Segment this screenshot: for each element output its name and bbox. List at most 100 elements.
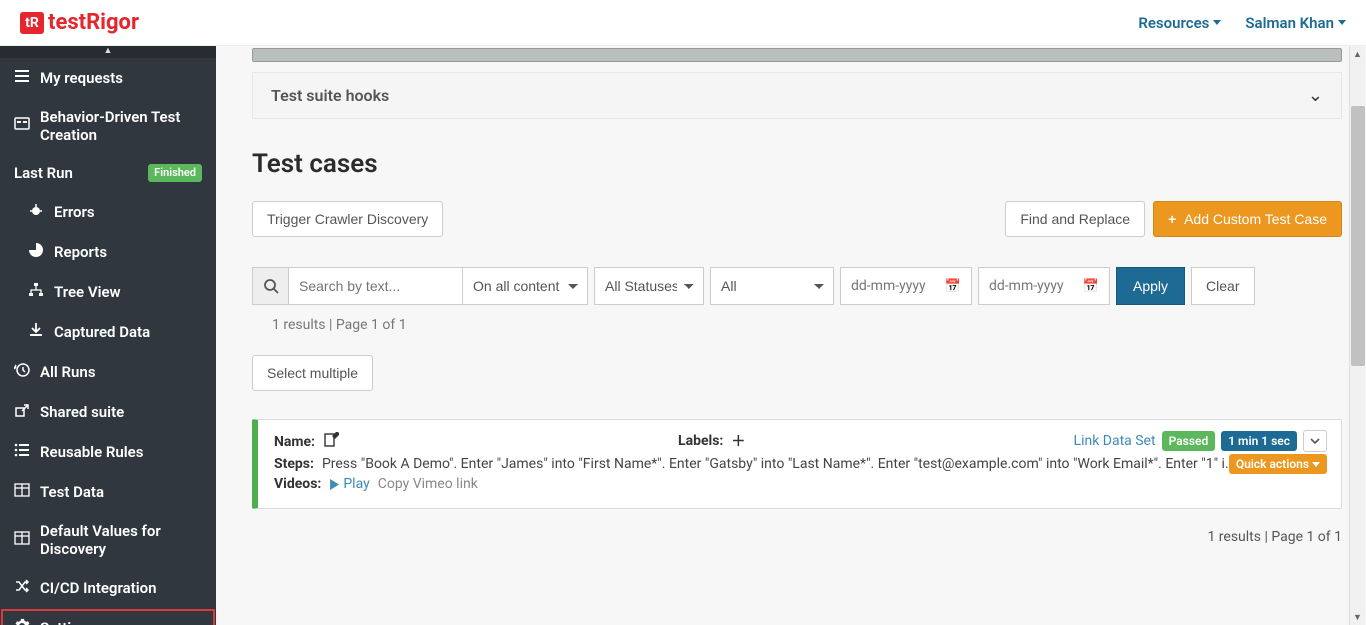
- date-from-input[interactable]: dd-mm-yyyy 📅: [840, 267, 972, 305]
- date-to-input[interactable]: dd-mm-yyyy 📅: [978, 267, 1110, 305]
- shuffle-icon: [14, 578, 30, 598]
- test-case-card: Name: Labels: ＋ Link Data Set Passed 1 m…: [252, 419, 1342, 509]
- main-content: Test suite hooks ⌄ Test cases Trigger Cr…: [216, 46, 1366, 625]
- find-replace-button[interactable]: Find and Replace: [1005, 201, 1145, 237]
- results-summary-bottom: 1 results | Page 1 of 1: [252, 529, 1342, 545]
- sidebar-item-test-data[interactable]: Test Data: [0, 472, 216, 512]
- test-suite-hooks-panel[interactable]: Test suite hooks ⌄: [252, 72, 1342, 119]
- resources-menu[interactable]: Resources: [1138, 14, 1221, 32]
- select-multiple-button[interactable]: Select multiple: [252, 355, 373, 391]
- nav-label: My requests: [40, 69, 123, 87]
- nav-label: All Runs: [40, 363, 96, 381]
- sidebar-item-all-runs[interactable]: All Runs: [0, 352, 216, 392]
- scroll-down-arrow[interactable]: ▼: [1350, 609, 1365, 625]
- calendar-icon: 📅: [945, 279, 961, 294]
- scope-select[interactable]: On all content: [462, 267, 588, 305]
- duration-badge: 1 min 1 sec: [1221, 431, 1297, 451]
- trigger-crawler-button[interactable]: Trigger Crawler Discovery: [252, 201, 443, 237]
- hooks-title: Test suite hooks: [271, 86, 389, 105]
- caret-down-icon: [1312, 462, 1320, 467]
- filter-bar: On all content All Statuses All dd-mm-yy…: [252, 267, 1342, 305]
- add-custom-test-button[interactable]: + Add Custom Test Case: [1153, 201, 1342, 237]
- nav-label: Behavior-Driven Test Creation: [40, 108, 202, 144]
- play-link[interactable]: Play: [329, 476, 369, 492]
- date-placeholder: dd-mm-yyyy: [851, 278, 926, 294]
- nav-label: Test Data: [40, 483, 104, 501]
- sidebar-item-shared-suite[interactable]: Shared suite: [0, 392, 216, 432]
- date-placeholder: dd-mm-yyyy: [989, 278, 1064, 294]
- all-select[interactable]: All: [710, 267, 834, 305]
- sidebar-item-default-values[interactable]: Default Values for Discovery: [0, 512, 216, 568]
- nav-label: Reports: [54, 243, 107, 261]
- sidebar-item-my-requests[interactable]: My requests: [0, 58, 216, 98]
- collapsed-strip[interactable]: [252, 48, 1342, 62]
- sidebar-item-reports[interactable]: Reports: [0, 232, 216, 272]
- plus-icon: +: [1168, 211, 1176, 227]
- user-menu[interactable]: Salman Khan: [1245, 14, 1346, 32]
- sidebar-item-last-run[interactable]: Last Run Finished: [0, 154, 216, 192]
- nav-label: Errors: [54, 203, 95, 221]
- gear-icon: [14, 618, 30, 625]
- pie-icon: [28, 242, 44, 262]
- table-icon: [14, 482, 30, 502]
- caret-down-icon: [1338, 20, 1346, 25]
- sidebar-item-bdd[interactable]: Behavior-Driven Test Creation: [0, 98, 216, 154]
- sidebar-item-settings[interactable]: Settings: [0, 608, 216, 625]
- nav-label: Reusable Rules: [40, 443, 143, 461]
- share-icon: [14, 402, 30, 422]
- board-icon: [14, 116, 30, 136]
- download-icon: [28, 322, 44, 342]
- logo-text: testRigor: [48, 10, 139, 35]
- finished-badge: Finished: [148, 164, 202, 181]
- list-icon: [14, 442, 30, 462]
- search-icon: [252, 267, 288, 305]
- nav-label: Captured Data: [54, 323, 150, 341]
- clear-button[interactable]: Clear: [1191, 267, 1254, 305]
- caret-down-icon: [1213, 20, 1221, 25]
- sidebar: ▲ My requests Behavior-Driven Test Creat…: [0, 46, 216, 625]
- results-summary-top: 1 results | Page 1 of 1: [272, 317, 1342, 333]
- play-label: Play: [343, 476, 369, 492]
- topbar-right: Resources Salman Khan: [1138, 14, 1346, 32]
- status-select[interactable]: All Statuses: [594, 267, 704, 305]
- steps-text: Press "Book A Demo". Enter "James" into …: [322, 456, 1242, 472]
- nav-label: Default Values for Discovery: [40, 522, 202, 558]
- expand-button[interactable]: [1303, 430, 1327, 452]
- plus-icon[interactable]: ＋: [731, 431, 745, 451]
- top-bar: tR testRigor Resources Salman Khan: [0, 0, 1366, 46]
- link-data-set[interactable]: Link Data Set: [1074, 433, 1156, 449]
- sidebar-item-cicd[interactable]: CI/CD Integration: [0, 568, 216, 608]
- vertical-scrollbar[interactable]: ▲ ▼: [1349, 46, 1365, 625]
- calendar-icon: 📅: [1083, 279, 1099, 294]
- search-input[interactable]: [288, 267, 462, 305]
- chevron-down-icon: ⌄: [1308, 85, 1323, 106]
- sidebar-item-tree-view[interactable]: Tree View: [0, 272, 216, 312]
- bug-icon: [28, 202, 44, 222]
- scroll-up-arrow[interactable]: ▲: [1350, 46, 1365, 62]
- nav-label: Shared suite: [40, 403, 124, 421]
- sidebar-item-reusable-rules[interactable]: Reusable Rules: [0, 432, 216, 472]
- sidebar-item-captured-data[interactable]: Captured Data: [0, 312, 216, 352]
- qa-label: Quick actions: [1236, 457, 1309, 471]
- user-label: Salman Khan: [1245, 14, 1334, 32]
- logo-badge: tR: [20, 12, 44, 34]
- quick-actions-button[interactable]: Quick actions: [1229, 454, 1327, 474]
- apply-button[interactable]: Apply: [1116, 267, 1185, 305]
- copy-vimeo-link[interactable]: Copy Vimeo link: [378, 476, 478, 492]
- nav-label: CI/CD Integration: [40, 579, 156, 597]
- logo[interactable]: tR testRigor: [20, 10, 139, 35]
- sidebar-scroll-up[interactable]: ▲: [0, 46, 216, 58]
- scroll-thumb[interactable]: [1351, 106, 1365, 366]
- sidebar-item-errors[interactable]: Errors: [0, 192, 216, 232]
- action-row: Trigger Crawler Discovery Find and Repla…: [252, 201, 1342, 237]
- table-icon: [14, 530, 30, 550]
- labels-label: Labels:: [678, 433, 723, 449]
- nav-label: Settings: [40, 619, 96, 625]
- list-icon: [14, 68, 30, 88]
- nav-label: Tree View: [54, 283, 121, 301]
- history-icon: [14, 362, 30, 382]
- edit-icon[interactable]: [323, 432, 339, 452]
- tree-icon: [28, 282, 44, 302]
- videos-label: Videos:: [274, 476, 321, 492]
- name-label: Name:: [274, 434, 315, 450]
